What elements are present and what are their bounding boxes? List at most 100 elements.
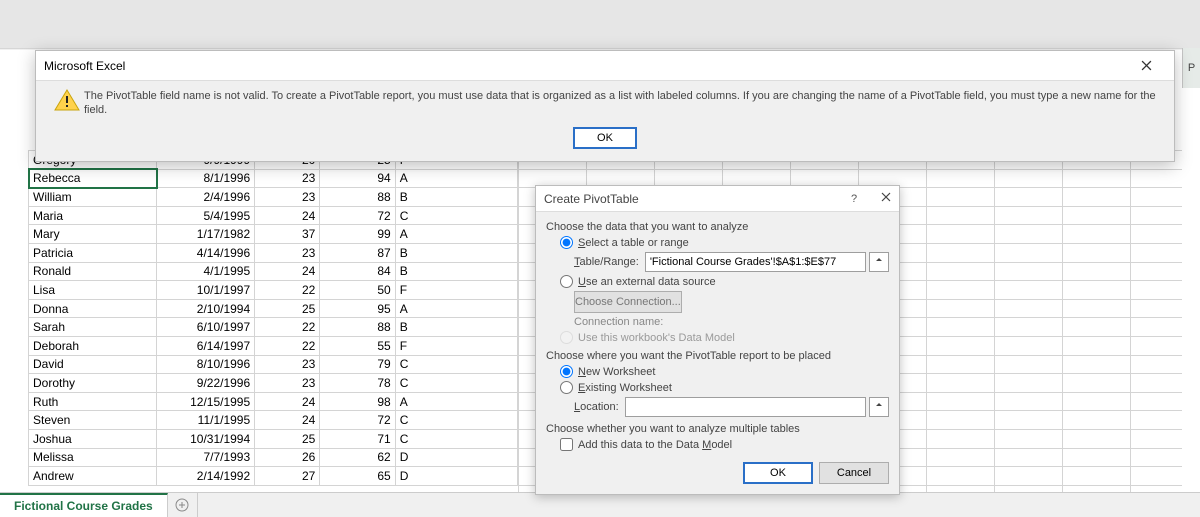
cell[interactable]: 22 (255, 281, 320, 300)
cell[interactable]: 23 (255, 169, 320, 188)
cell[interactable]: William (29, 188, 157, 207)
cell[interactable]: F (395, 336, 517, 355)
cell[interactable]: 26 (255, 448, 320, 467)
cell[interactable]: B (395, 262, 517, 281)
cell[interactable]: Sarah (29, 318, 157, 337)
cell[interactable]: 8/1/1996 (157, 169, 255, 188)
cell[interactable]: Ruth (29, 392, 157, 411)
cell[interactable]: 65 (320, 467, 395, 486)
location-input[interactable] (625, 397, 866, 417)
spreadsheet-data-area[interactable]: Gregory9/9/19992025FRebecca8/1/19962394A… (28, 150, 518, 486)
cell[interactable]: 6/10/1997 (157, 318, 255, 337)
table-row[interactable]: Rebecca8/1/19962394A (29, 169, 518, 188)
cell[interactable]: 23 (255, 188, 320, 207)
table-row[interactable]: Steven11/1/19952472C (29, 411, 518, 430)
cell[interactable]: 71 (320, 429, 395, 448)
cell[interactable]: D (395, 467, 517, 486)
table-row[interactable]: Melissa7/7/19932662D (29, 448, 518, 467)
cell[interactable]: Mary (29, 225, 157, 244)
table-row[interactable]: Joshua10/31/19942571C (29, 429, 518, 448)
cell[interactable]: Joshua (29, 429, 157, 448)
cell[interactable]: 27 (255, 467, 320, 486)
external-data-radio[interactable] (560, 275, 573, 288)
table-row[interactable]: Patricia4/14/19962387B (29, 243, 518, 262)
cell[interactable]: A (395, 225, 517, 244)
cell[interactable]: 2/10/1994 (157, 299, 255, 318)
cell[interactable]: 72 (320, 206, 395, 225)
cell[interactable]: C (395, 429, 517, 448)
table-row[interactable]: David8/10/19962379C (29, 355, 518, 374)
cell[interactable]: 2/4/1996 (157, 188, 255, 207)
cell[interactable]: Rebecca (29, 169, 157, 188)
cell[interactable]: 23 (255, 355, 320, 374)
cell[interactable]: 22 (255, 318, 320, 337)
table-row[interactable]: Sarah6/10/19972288B (29, 318, 518, 337)
table-row[interactable]: Lisa10/1/19972250F (29, 281, 518, 300)
cell[interactable]: 25 (255, 429, 320, 448)
cell[interactable]: Donna (29, 299, 157, 318)
cell[interactable]: B (395, 243, 517, 262)
new-sheet-button[interactable] (168, 493, 198, 517)
cell[interactable]: 12/15/1995 (157, 392, 255, 411)
cell[interactable]: 78 (320, 374, 395, 393)
table-row[interactable]: Dorothy9/22/19962378C (29, 374, 518, 393)
sheet-tab-active[interactable]: Fictional Course Grades (0, 493, 168, 517)
cell[interactable]: D (395, 448, 517, 467)
cell[interactable]: 10/31/1994 (157, 429, 255, 448)
cell[interactable]: F (395, 281, 517, 300)
pivot-ok-button[interactable]: OK (743, 462, 813, 484)
select-table-range-radio[interactable] (560, 236, 573, 249)
cell[interactable]: C (395, 411, 517, 430)
cell[interactable]: 99 (320, 225, 395, 244)
cell[interactable]: 25 (255, 299, 320, 318)
cell[interactable]: David (29, 355, 157, 374)
cell[interactable]: 87 (320, 243, 395, 262)
cell[interactable]: 88 (320, 188, 395, 207)
cell[interactable]: Andrew (29, 467, 157, 486)
cell[interactable]: C (395, 355, 517, 374)
dialog-titlebar[interactable]: Create PivotTable ? (536, 186, 899, 212)
add-data-model-checkbox[interactable] (560, 438, 573, 451)
cell[interactable]: 55 (320, 336, 395, 355)
cell[interactable]: 23 (255, 374, 320, 393)
cell[interactable]: 79 (320, 355, 395, 374)
cell[interactable]: 24 (255, 206, 320, 225)
dialog-close-button[interactable] (863, 192, 891, 205)
cell[interactable]: 72 (320, 411, 395, 430)
cell[interactable]: 8/10/1996 (157, 355, 255, 374)
error-close-button[interactable] (1126, 51, 1166, 81)
error-titlebar[interactable]: Microsoft Excel (36, 51, 1174, 81)
cell[interactable]: Patricia (29, 243, 157, 262)
table-row[interactable]: William2/4/19962388B (29, 188, 518, 207)
cell[interactable]: 4/1/1995 (157, 262, 255, 281)
cell[interactable]: 62 (320, 448, 395, 467)
cell[interactable]: 4/14/1996 (157, 243, 255, 262)
cell[interactable]: 98 (320, 392, 395, 411)
table-row[interactable]: Mary1/17/19823799A (29, 225, 518, 244)
cell[interactable]: 95 (320, 299, 395, 318)
table-row[interactable]: Maria5/4/19952472C (29, 206, 518, 225)
table-row[interactable]: Ronald4/1/19952484B (29, 262, 518, 281)
cell[interactable]: 37 (255, 225, 320, 244)
cell[interactable]: C (395, 374, 517, 393)
cell[interactable]: 94 (320, 169, 395, 188)
table-row[interactable]: Donna2/10/19942595A (29, 299, 518, 318)
cell[interactable]: B (395, 188, 517, 207)
cell[interactable]: 7/7/1993 (157, 448, 255, 467)
cell[interactable]: 24 (255, 411, 320, 430)
location-picker-button[interactable] (869, 397, 889, 417)
pivot-cancel-button[interactable]: Cancel (819, 462, 889, 484)
cell[interactable]: Melissa (29, 448, 157, 467)
cell[interactable]: 50 (320, 281, 395, 300)
table-row[interactable]: Deborah6/14/19972255F (29, 336, 518, 355)
cell[interactable]: A (395, 169, 517, 188)
cell[interactable]: Lisa (29, 281, 157, 300)
cell[interactable]: Maria (29, 206, 157, 225)
table-row[interactable]: Andrew2/14/19922765D (29, 467, 518, 486)
cell[interactable]: 88 (320, 318, 395, 337)
table-row[interactable]: Ruth12/15/19952498A (29, 392, 518, 411)
cell[interactable]: 5/4/1995 (157, 206, 255, 225)
cell[interactable]: 22 (255, 336, 320, 355)
cell[interactable]: 10/1/1997 (157, 281, 255, 300)
cell[interactable]: 2/14/1992 (157, 467, 255, 486)
